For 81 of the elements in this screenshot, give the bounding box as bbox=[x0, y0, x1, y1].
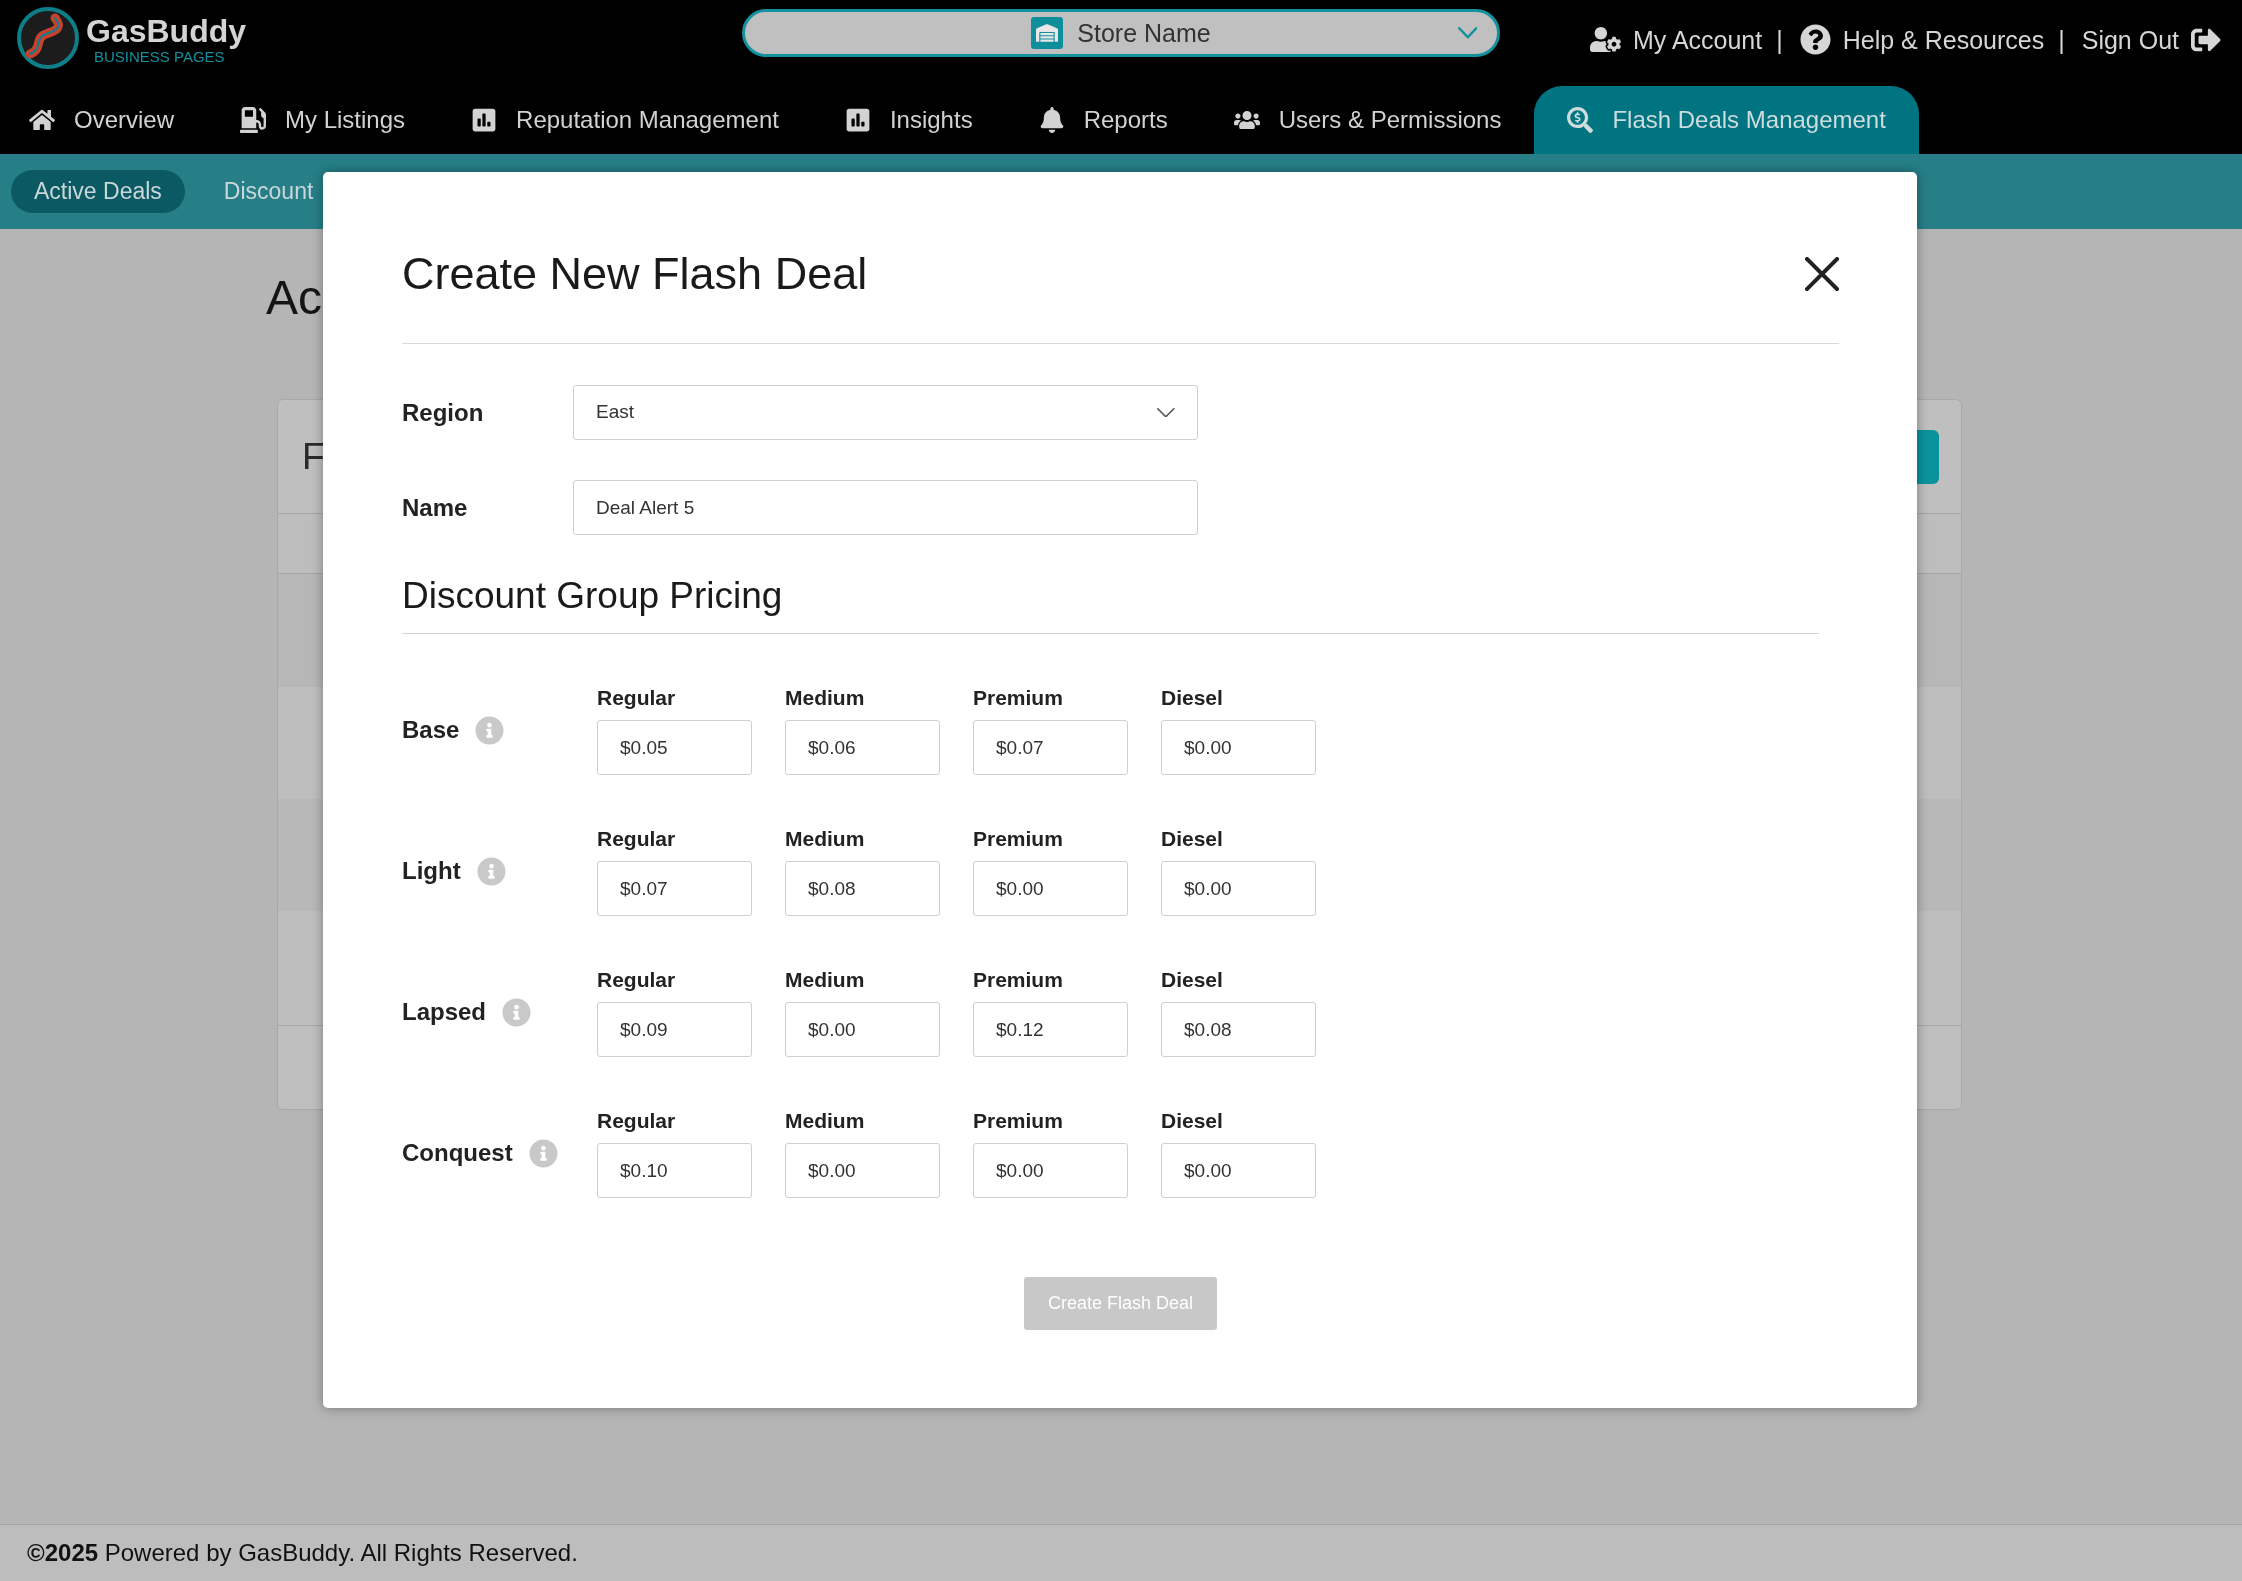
nav-tab[interactable]: Overview bbox=[0, 86, 208, 154]
price-input[interactable]: $0.00 bbox=[1161, 720, 1316, 775]
close-button[interactable] bbox=[1805, 257, 1839, 291]
name-input[interactable]: Deal Alert 5 bbox=[573, 480, 1198, 535]
price-input[interactable]: $0.10 bbox=[597, 1143, 752, 1198]
bell-icon bbox=[1038, 107, 1065, 133]
close-icon bbox=[1805, 257, 1839, 291]
nav-tab[interactable]: Insights bbox=[811, 86, 1006, 154]
nav-tab[interactable]: Flash Deals Management bbox=[1534, 86, 1919, 154]
user-gear-icon bbox=[1590, 24, 1621, 55]
page-heading: Ac bbox=[266, 270, 322, 326]
group-label: Lapsed bbox=[402, 997, 487, 1027]
price-input[interactable]: $0.05 bbox=[597, 720, 752, 775]
nav-tab[interactable]: Reports bbox=[1005, 86, 1201, 154]
header-link[interactable]: Help & Resources bbox=[1799, 24, 2045, 55]
card-title: F bbox=[302, 434, 325, 479]
fuel-label: Medium bbox=[785, 1108, 865, 1134]
price-input[interactable]: $0.08 bbox=[785, 861, 940, 916]
fuel-label: Diesel bbox=[1161, 1108, 1223, 1134]
logo-name: GasBuddy bbox=[86, 12, 247, 49]
price-input[interactable]: $0.07 bbox=[597, 861, 752, 916]
link-separator: | bbox=[2058, 24, 2065, 55]
field-label: Region bbox=[402, 397, 485, 428]
modal-title: Create New Flash Deal bbox=[402, 248, 868, 300]
logo-road-icon bbox=[17, 7, 79, 69]
group-label: Light bbox=[402, 856, 461, 886]
fuel-label: Diesel bbox=[1161, 685, 1223, 711]
store-name-text: Store Name bbox=[1077, 18, 1211, 48]
chevron-down-icon bbox=[1157, 407, 1175, 418]
price-input[interactable]: $0.12 bbox=[973, 1002, 1128, 1057]
fuel-label: Regular bbox=[597, 826, 676, 852]
header-link[interactable]: Sign Out bbox=[2081, 24, 2221, 55]
help-icon bbox=[1799, 24, 1831, 55]
header-link[interactable]: My Account bbox=[1590, 24, 1763, 55]
info-icon[interactable] bbox=[475, 715, 505, 745]
nav-tab[interactable]: Reputation Management bbox=[438, 86, 812, 154]
price-input[interactable]: $0.07 bbox=[973, 720, 1128, 775]
fuel-label: Medium bbox=[785, 826, 865, 852]
section-title: Discount Group Pricing bbox=[402, 574, 783, 618]
fuel-label: Premium bbox=[973, 685, 1063, 711]
price-input[interactable]: $0.06 bbox=[785, 720, 940, 775]
field-label: Name bbox=[402, 492, 469, 523]
price-input[interactable]: $0.00 bbox=[1161, 1143, 1316, 1198]
gas-pump-icon bbox=[240, 107, 267, 133]
copyright-text: ©2025 Powered by GasBuddy. All Rights Reserved. bbox=[27, 1538, 578, 1568]
sub-nav-tab[interactable]: Active Deals bbox=[11, 170, 185, 213]
chevron-down-icon bbox=[1457, 27, 1477, 39]
price-input[interactable]: $0.09 bbox=[597, 1002, 752, 1057]
info-icon[interactable] bbox=[502, 997, 532, 1027]
fuel-label: Regular bbox=[597, 967, 676, 993]
fuel-label: Regular bbox=[597, 685, 676, 711]
price-input[interactable]: $0.00 bbox=[973, 861, 1128, 916]
fuel-label: Premium bbox=[973, 1108, 1063, 1134]
info-icon[interactable] bbox=[476, 856, 506, 886]
link-separator: | bbox=[1776, 24, 1783, 55]
price-input[interactable]: $0.00 bbox=[785, 1143, 940, 1198]
search-dollar-icon bbox=[1567, 107, 1594, 133]
group-label: Base bbox=[402, 715, 460, 745]
card-action-button[interactable] bbox=[1917, 429, 1939, 484]
fuel-label: Medium bbox=[785, 967, 865, 993]
bar-chart-icon bbox=[471, 107, 498, 133]
nav-tab[interactable]: Users & Permissions bbox=[1200, 86, 1535, 154]
bar-chart-icon bbox=[844, 107, 871, 133]
fuel-label: Medium bbox=[785, 685, 865, 711]
fuel-label: Diesel bbox=[1161, 826, 1223, 852]
group-label: Conquest bbox=[402, 1138, 513, 1168]
warehouse-icon bbox=[1031, 17, 1064, 49]
home-icon bbox=[29, 107, 55, 133]
fuel-label: Premium bbox=[973, 826, 1063, 852]
info-icon[interactable] bbox=[528, 1138, 558, 1168]
fuel-label: Premium bbox=[973, 967, 1063, 993]
region-select[interactable]: East bbox=[573, 385, 1198, 440]
fuel-label: Diesel bbox=[1161, 967, 1223, 993]
logo-tagline: BUSINESS PAGES bbox=[94, 48, 225, 64]
store-selector[interactable]: Store Name bbox=[742, 9, 1500, 57]
price-input[interactable]: $0.00 bbox=[973, 1143, 1128, 1198]
fuel-label: Regular bbox=[597, 1108, 676, 1134]
price-input[interactable]: $0.08 bbox=[1161, 1002, 1316, 1057]
nav-tab[interactable]: My Listings bbox=[207, 86, 439, 154]
price-input[interactable]: $0.00 bbox=[785, 1002, 940, 1057]
price-input[interactable]: $0.00 bbox=[1161, 861, 1316, 916]
